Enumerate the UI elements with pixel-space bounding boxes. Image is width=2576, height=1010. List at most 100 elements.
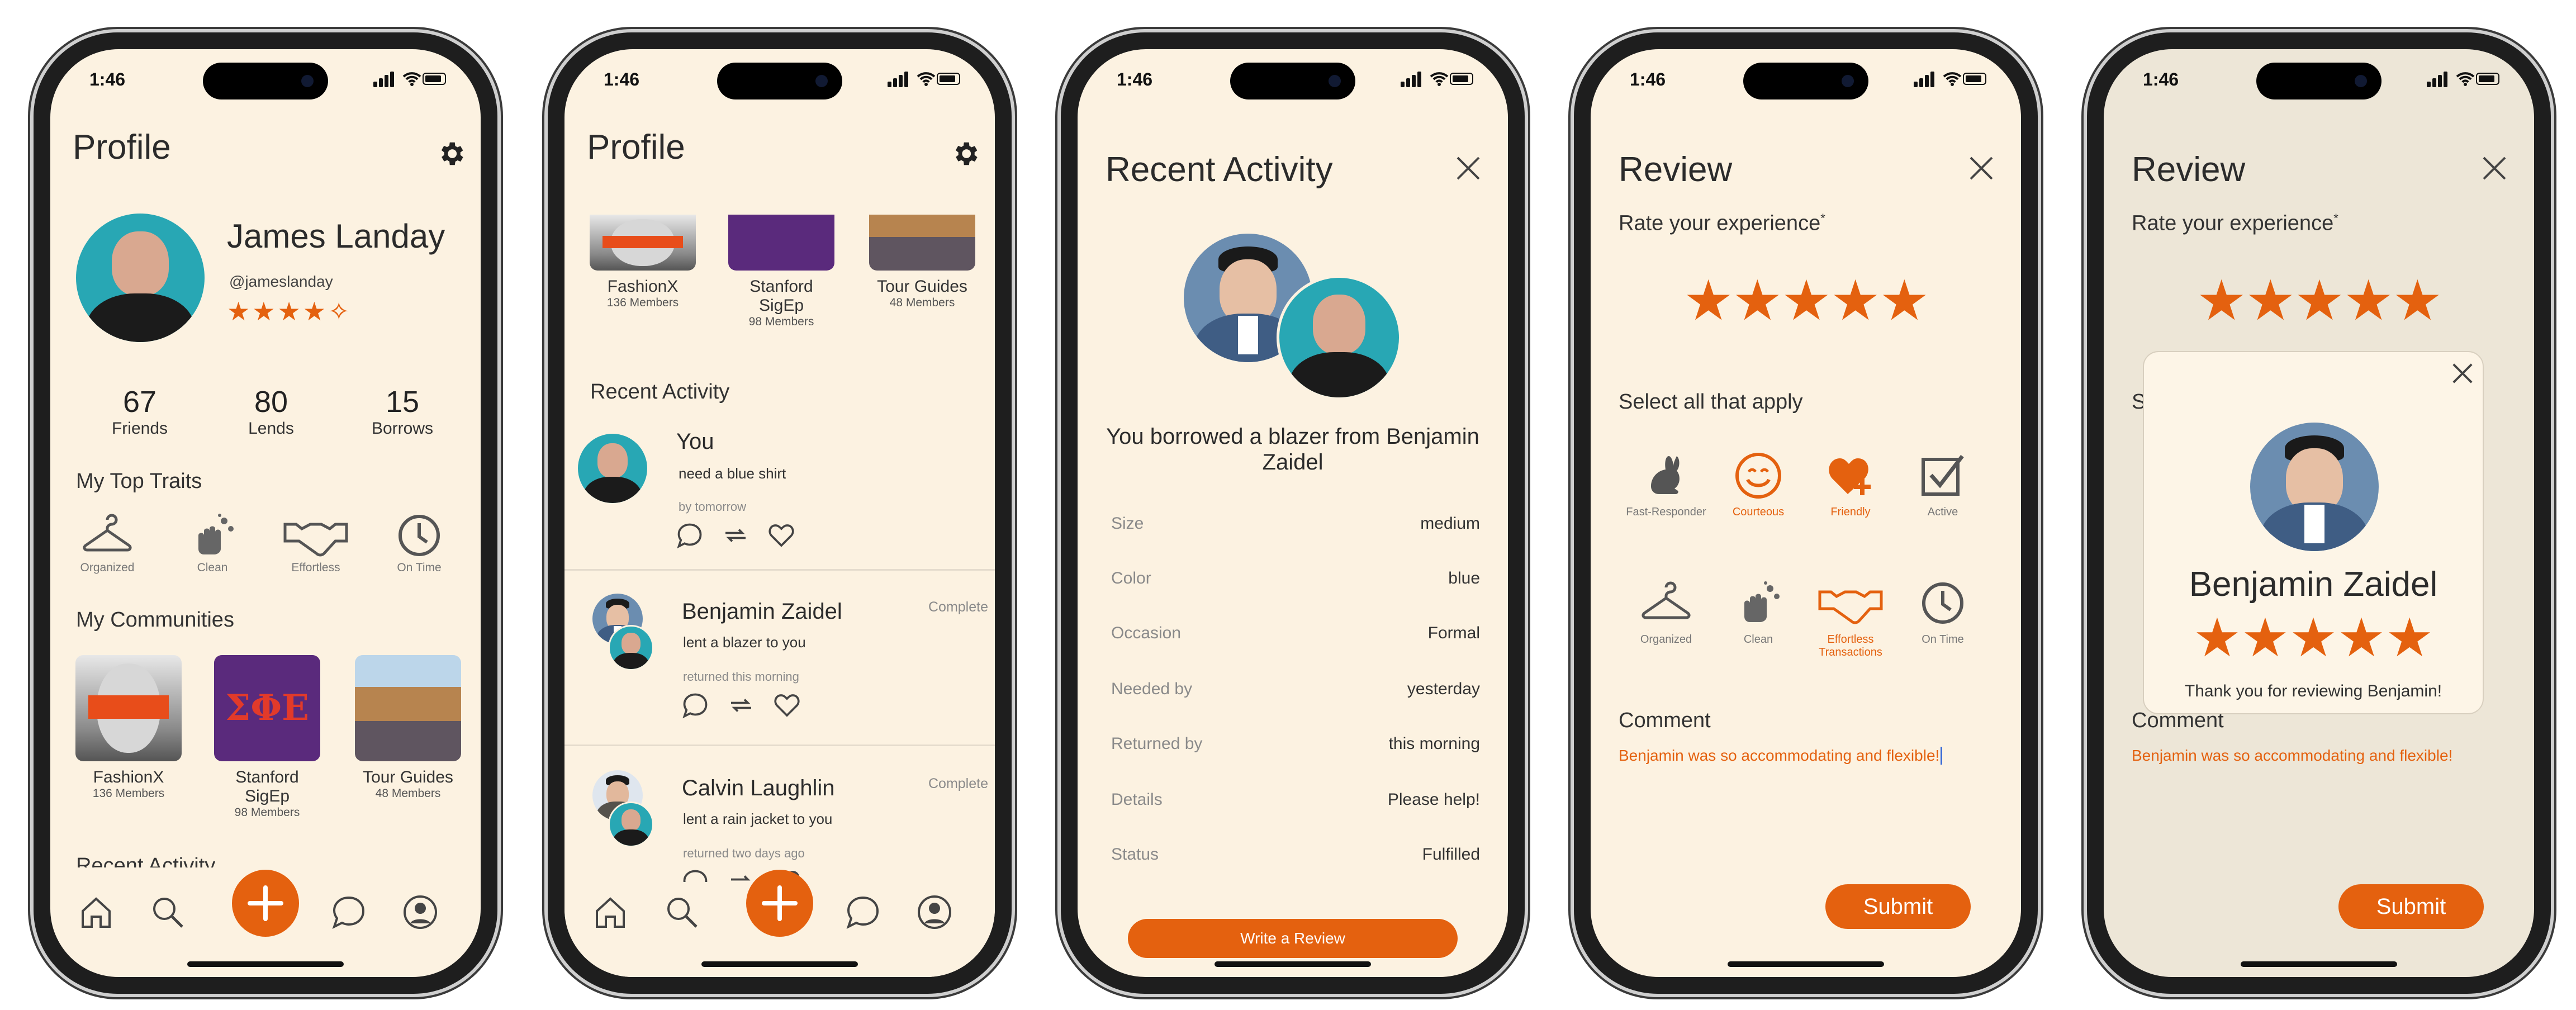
trait-effortless: Effortless bbox=[271, 513, 360, 574]
trait-clean[interactable]: Clean bbox=[1716, 578, 1800, 646]
detail-returned-by: Returned by this morning bbox=[1111, 734, 1480, 753]
status-icons bbox=[373, 70, 446, 87]
traits-heading: My Top Traits bbox=[76, 470, 202, 493]
activity-desc: lent a blazer to you bbox=[683, 634, 806, 651]
hanger-icon bbox=[1642, 581, 1691, 619]
recent-activity-heading: Recent Activity bbox=[590, 380, 730, 404]
activity-name: Calvin Laughlin bbox=[682, 776, 835, 800]
clock-icon bbox=[1922, 582, 1963, 624]
modal-message: Thank you for reviewing Benjamin! bbox=[2184, 682, 2442, 700]
stat-friends[interactable]: 67 Friends bbox=[95, 385, 184, 438]
divider bbox=[564, 745, 995, 746]
rating-stars-input[interactable]: ★★★★★ bbox=[1591, 273, 2021, 329]
dynamic-island bbox=[203, 63, 328, 99]
community-fashionx[interactable]: FashionX 136 Members bbox=[587, 215, 699, 310]
phone-profile-scrolled: 1:46 Profile FashionX 136 Members Stanfor… bbox=[548, 32, 1012, 994]
home-indicator[interactable] bbox=[701, 961, 858, 967]
community-stanford-sigep[interactable]: ΣΦΕ Stanford SigEp 98 Members bbox=[211, 655, 323, 819]
plus-button[interactable] bbox=[232, 870, 299, 937]
home-icon[interactable] bbox=[592, 894, 628, 930]
wifi-icon bbox=[917, 72, 936, 86]
trait-on-time: On Time bbox=[374, 513, 464, 574]
activity-headline: You borrowed a blazer from Benjamin Zaid… bbox=[1106, 424, 1479, 475]
home-indicator[interactable] bbox=[1215, 961, 1371, 967]
phone-review: 1:46 Review Rate your experience* ★★★★★ … bbox=[1574, 32, 2038, 994]
status-icons bbox=[1401, 70, 1473, 87]
community-tour-guides[interactable]: Tour Guides 48 Members bbox=[352, 655, 464, 800]
search-icon[interactable] bbox=[150, 894, 186, 930]
trait-organized[interactable]: Organized bbox=[1624, 578, 1708, 646]
profile-handle: @jameslanday bbox=[229, 273, 333, 290]
page-title: Recent Activity bbox=[1106, 150, 1333, 189]
stat-lends[interactable]: 80 Lends bbox=[226, 385, 316, 438]
detail-details: Details Please help! bbox=[1111, 790, 1480, 809]
detail-needed-by: Needed by yesterday bbox=[1111, 680, 1480, 698]
comment-input[interactable]: Benjamin was so accommodating and flexib… bbox=[1619, 747, 1943, 765]
dynamic-island bbox=[1230, 63, 1355, 99]
community-tour-guides[interactable]: Tour Guides 48 Members bbox=[866, 215, 978, 310]
status-icons bbox=[2427, 70, 2499, 87]
gear-icon[interactable] bbox=[436, 139, 466, 169]
close-icon[interactable] bbox=[2482, 155, 2507, 181]
trait-effortless-transactions[interactable]: Effortless Transactions bbox=[1809, 578, 1892, 659]
home-indicator[interactable] bbox=[2241, 961, 2397, 967]
activity-name: Benjamin Zaidel bbox=[682, 599, 842, 624]
activity-status: Complete bbox=[928, 599, 988, 615]
fashionx-image bbox=[75, 655, 182, 761]
status-time: 1:46 bbox=[89, 69, 126, 89]
detail-occasion: Occasion Formal bbox=[1111, 624, 1480, 642]
review-screen: 1:46 Review Rate your experience* ★★★★★ … bbox=[1591, 49, 2021, 977]
community-stanford-sigep[interactable]: Stanford SigEp 98 Members bbox=[725, 215, 837, 329]
phone-activity-detail: 1:46 Recent Activity You borrowed a blaz… bbox=[1061, 32, 1525, 994]
activity-name: You bbox=[676, 429, 714, 454]
home-indicator[interactable] bbox=[187, 961, 344, 967]
trait-on-time[interactable]: On Time bbox=[1901, 578, 1985, 646]
detail-status: Status Fulfilled bbox=[1111, 845, 1480, 864]
activity-item-benjamin[interactable]: Benjamin Zaidel Complete lent a blazer t… bbox=[564, 586, 995, 742]
trait-friendly[interactable]: Friendly bbox=[1809, 451, 1892, 519]
plus-button[interactable] bbox=[746, 870, 813, 937]
search-icon[interactable] bbox=[664, 894, 700, 930]
submit-button[interactable]: Submit bbox=[1825, 884, 1971, 929]
rating-stars-input[interactable]: ★★★★★ bbox=[2104, 273, 2534, 329]
activity-item-you[interactable]: You need a blue shirt by tomorrow bbox=[564, 424, 995, 569]
checkbox-icon bbox=[1922, 454, 1964, 496]
profile-icon[interactable] bbox=[917, 894, 952, 930]
submit-button[interactable]: Submit bbox=[2338, 884, 2484, 929]
community-fashionx[interactable]: FashionX 136 Members bbox=[73, 655, 184, 800]
trait-active[interactable]: Active bbox=[1901, 451, 1985, 519]
modal-name: Benjamin Zaidel bbox=[2189, 565, 2438, 604]
heart-icon[interactable] bbox=[768, 522, 795, 549]
repeat-icon[interactable] bbox=[728, 692, 755, 719]
dynamic-island bbox=[717, 63, 842, 99]
trait-fast-responder[interactable]: Fast-Responder bbox=[1624, 451, 1708, 519]
heart-icon[interactable] bbox=[774, 692, 800, 719]
wifi-icon bbox=[1943, 72, 1962, 86]
repeat-icon[interactable] bbox=[722, 522, 749, 549]
home-icon[interactable] bbox=[78, 894, 114, 930]
sigep-image bbox=[728, 215, 834, 271]
gear-icon[interactable] bbox=[950, 139, 980, 169]
dynamic-island bbox=[2256, 63, 2382, 99]
comment-input[interactable]: Benjamin was so accommodating and flexib… bbox=[2132, 747, 2452, 765]
close-icon[interactable] bbox=[1968, 155, 1994, 181]
trait-courteous[interactable]: Courteous bbox=[1716, 451, 1800, 519]
close-icon[interactable] bbox=[2450, 361, 2475, 386]
home-indicator[interactable] bbox=[1728, 961, 1884, 967]
page-title: Profile bbox=[73, 128, 171, 167]
recent-activity-heading-cut: Recent Activity bbox=[76, 854, 216, 867]
sparkle-hand-icon bbox=[198, 514, 234, 554]
stat-borrows[interactable]: 15 Borrows bbox=[358, 385, 447, 438]
chat-icon[interactable] bbox=[845, 894, 881, 930]
rating-stars: ★★★★✧ bbox=[227, 297, 352, 326]
write-review-button[interactable]: Write a Review bbox=[1128, 919, 1458, 958]
profile-icon[interactable] bbox=[402, 894, 438, 930]
chat-icon[interactable] bbox=[331, 894, 367, 930]
close-icon[interactable] bbox=[1455, 155, 1481, 181]
profile-name: James Landay bbox=[227, 217, 445, 255]
comment-icon[interactable] bbox=[682, 692, 709, 719]
profile-screen: 1:46 Profile James Landay @jameslanday ★… bbox=[50, 49, 481, 977]
select-label: Select all that apply bbox=[1619, 390, 1803, 414]
modal-stars: ★★★★★ bbox=[2193, 608, 2434, 668]
comment-icon[interactable] bbox=[676, 522, 703, 549]
